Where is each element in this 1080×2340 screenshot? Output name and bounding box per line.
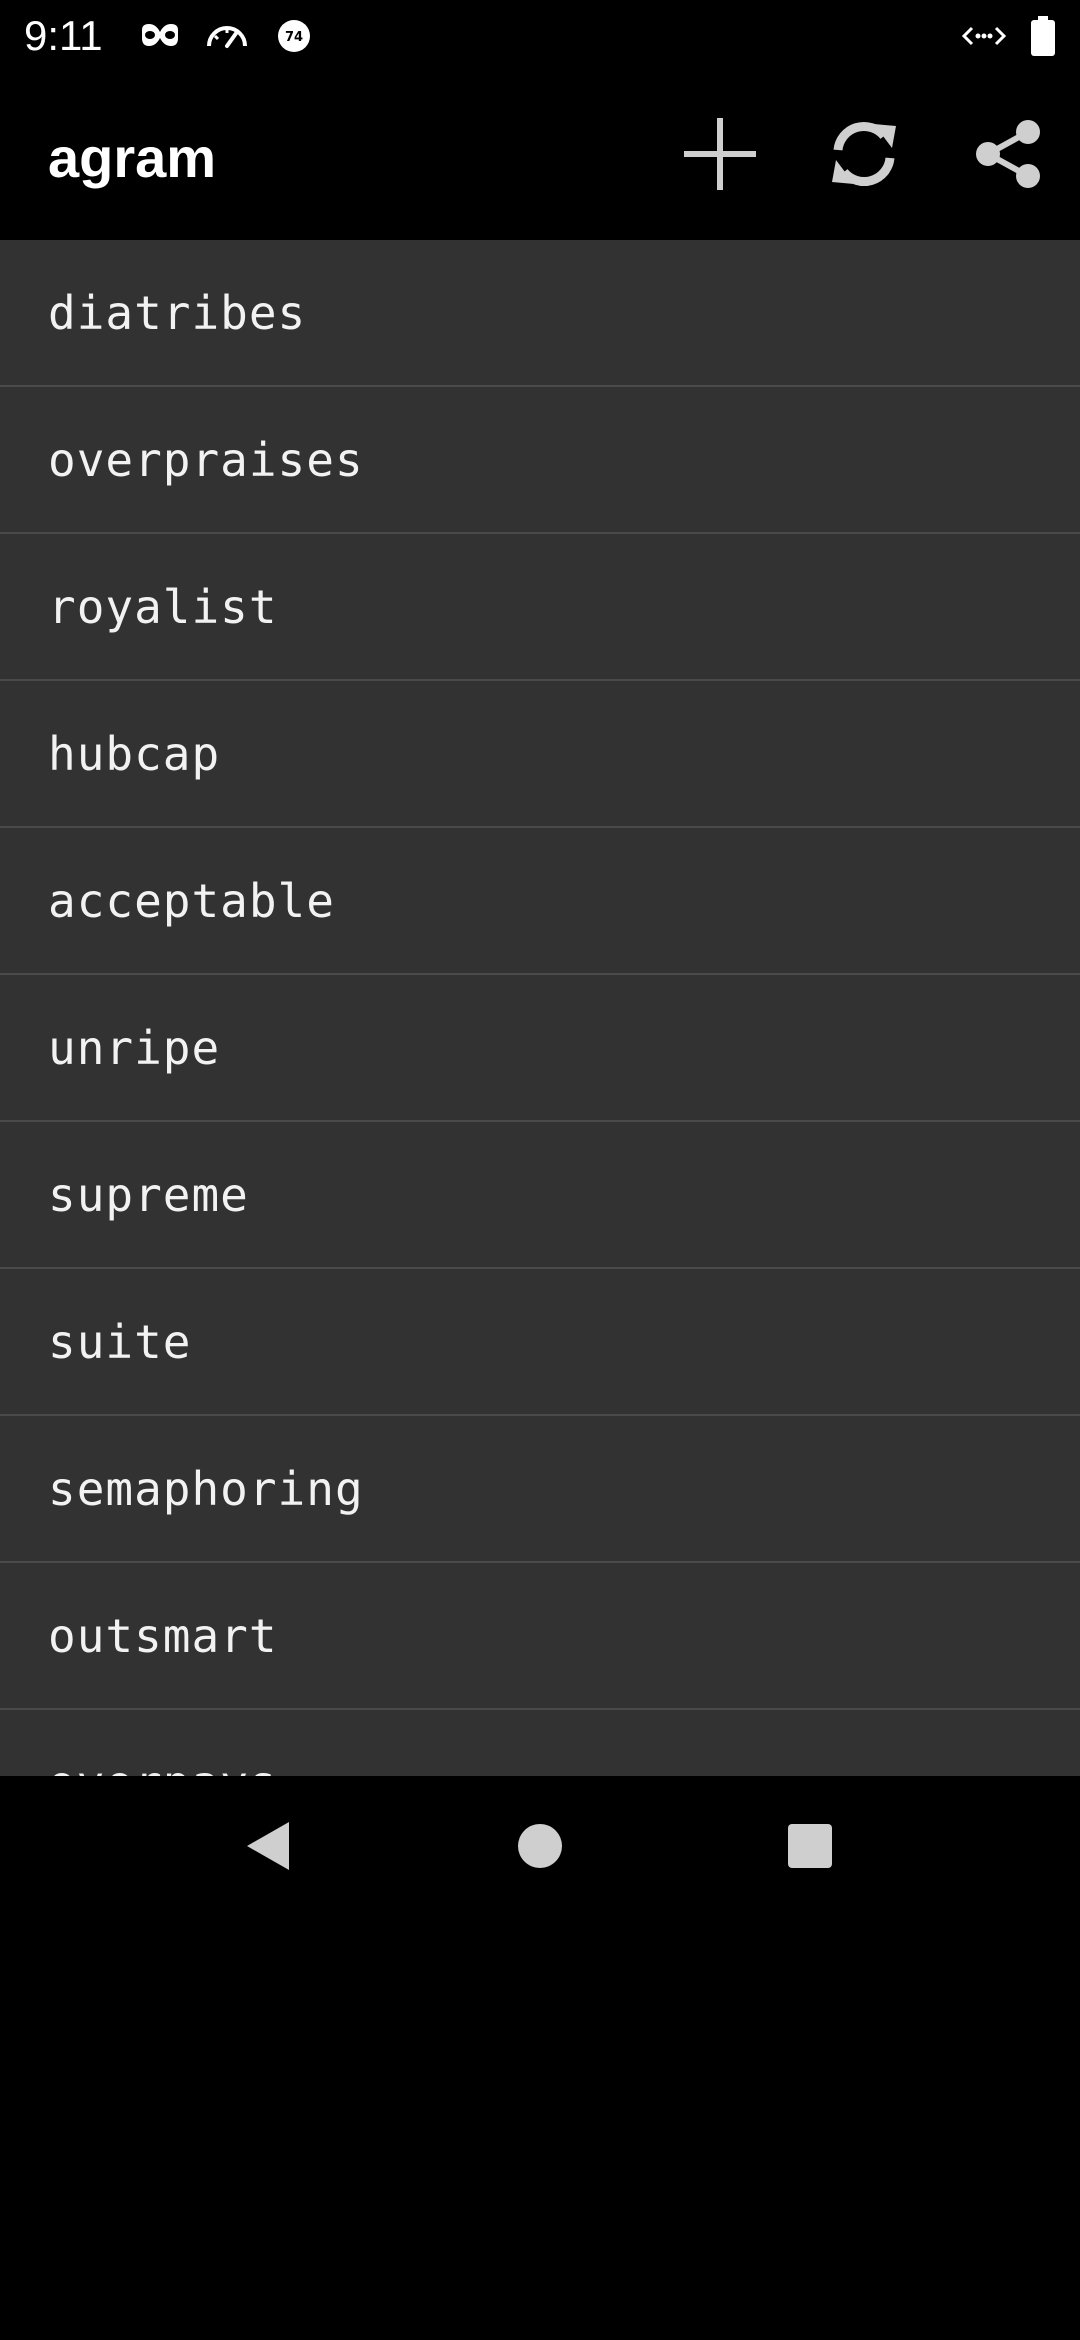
list-item[interactable]: hubcap bbox=[0, 681, 1080, 828]
list-item[interactable]: unripe bbox=[0, 975, 1080, 1122]
app-title: agram bbox=[48, 126, 217, 189]
list-item[interactable]: overpraises bbox=[0, 387, 1080, 534]
plus-icon bbox=[682, 116, 758, 197]
home-button[interactable] bbox=[492, 1800, 588, 1896]
list-item[interactable]: outsmart bbox=[0, 1563, 1080, 1710]
share-icon bbox=[970, 116, 1046, 197]
speedometer-icon bbox=[204, 16, 248, 56]
word-text: diatribes bbox=[48, 285, 307, 340]
word-text: overpraises bbox=[48, 432, 364, 487]
status-time: 9:11 bbox=[24, 12, 103, 59]
word-text: suite bbox=[48, 1314, 192, 1369]
word-text: supreme bbox=[48, 1167, 249, 1222]
badge-circle-icon: 74 bbox=[274, 16, 318, 56]
back-button[interactable] bbox=[220, 1800, 316, 1896]
list-item[interactable]: royalist bbox=[0, 534, 1080, 681]
recents-button[interactable] bbox=[762, 1800, 858, 1896]
navigation-bar bbox=[0, 1776, 1080, 1920]
word-text: royalist bbox=[48, 579, 278, 634]
app-bar: agram bbox=[0, 72, 1080, 240]
recents-square-icon bbox=[787, 1823, 833, 1874]
word-text: overpays bbox=[48, 1756, 278, 1777]
add-button[interactable] bbox=[672, 108, 768, 204]
back-triangle-icon bbox=[243, 1818, 293, 1879]
refresh-button[interactable] bbox=[816, 108, 912, 204]
list-item[interactable]: supreme bbox=[0, 1122, 1080, 1269]
list-item[interactable]: overpays bbox=[0, 1710, 1080, 1777]
badge-number: 74 bbox=[285, 30, 303, 45]
word-text: unripe bbox=[48, 1020, 221, 1075]
battery-icon bbox=[1028, 16, 1058, 56]
list-item[interactable]: diatribes bbox=[0, 240, 1080, 387]
list-item[interactable]: semaphoring bbox=[0, 1416, 1080, 1563]
word-text: hubcap bbox=[48, 726, 221, 781]
share-button[interactable] bbox=[960, 108, 1056, 204]
refresh-icon bbox=[826, 116, 902, 197]
word-list[interactable]: diatribes overpraises royalist hubcap ac… bbox=[0, 240, 1080, 1776]
word-text: outsmart bbox=[48, 1608, 278, 1663]
home-circle-icon bbox=[516, 1822, 564, 1875]
word-text: acceptable bbox=[48, 873, 335, 928]
incognito-mask-icon bbox=[138, 16, 182, 56]
status-bar: 9:11 74 bbox=[0, 0, 1080, 72]
word-text: semaphoring bbox=[48, 1461, 364, 1516]
data-transfer-icon bbox=[960, 16, 1008, 56]
list-item[interactable]: suite bbox=[0, 1269, 1080, 1416]
list-item[interactable]: acceptable bbox=[0, 828, 1080, 975]
